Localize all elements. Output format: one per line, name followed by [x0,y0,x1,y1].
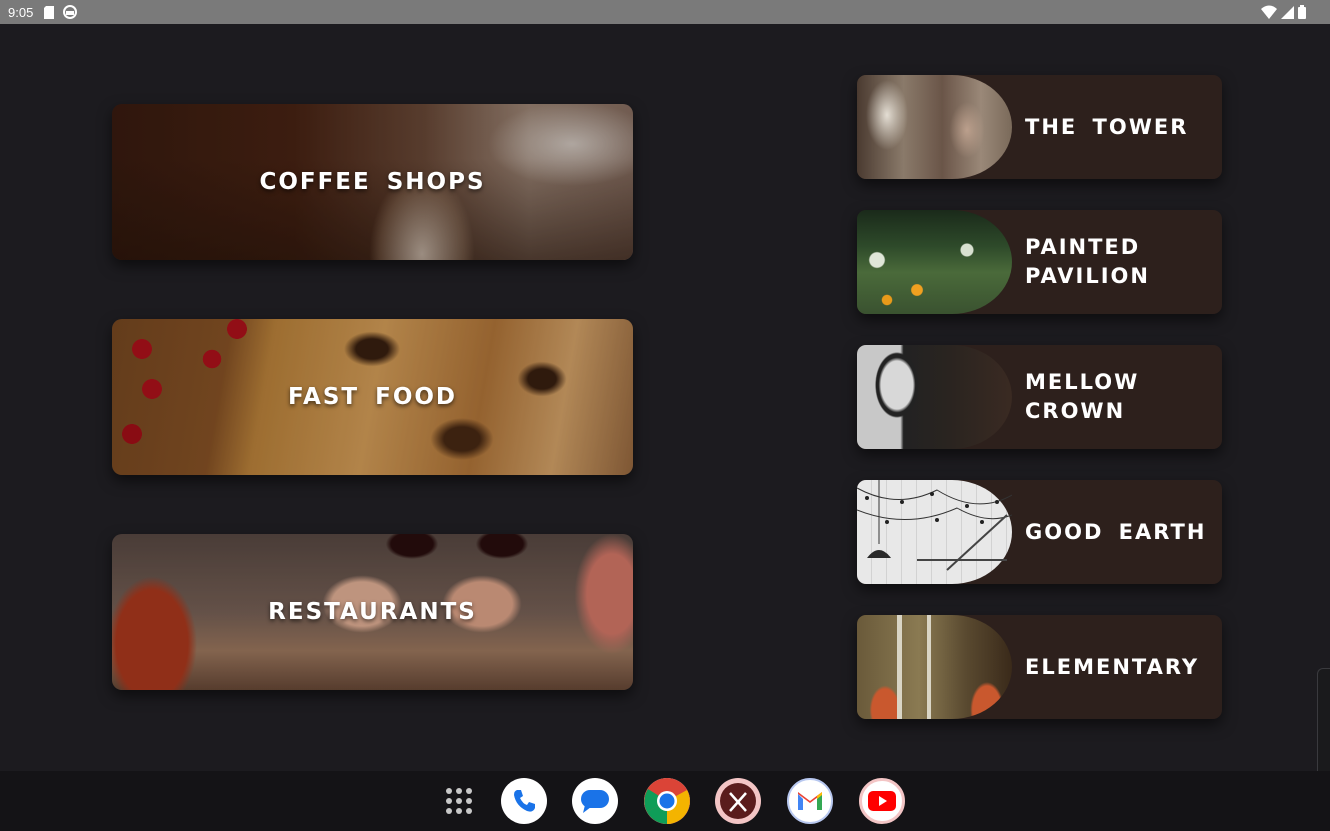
place-label: PAINTED PAVILION [1025,235,1150,288]
phone-icon[interactable] [501,778,547,824]
category-card-restaurants[interactable]: RESTAURANTS [112,534,633,690]
category-card-coffee-shops[interactable]: COFFEE SHOPS [112,104,633,260]
chrome-icon[interactable] [644,778,690,824]
app-drawer-icon[interactable] [436,778,482,824]
messages-icon[interactable] [572,778,618,824]
battery-icon [1298,4,1306,23]
category-label: COFFEE SHOPS [259,169,486,195]
app-dock [0,771,1330,831]
restaurant-app-icon[interactable] [715,778,761,824]
place-thumbnail [857,75,1012,179]
category-card-fast-food[interactable]: FAST FOOD [112,319,633,475]
status-bar: 9:05 [0,0,1330,24]
category-label: RESTAURANTS [268,599,477,625]
place-card-good-earth[interactable]: GOOD EARTH [857,480,1222,584]
place-card-the-tower[interactable]: THE TOWER [857,75,1222,179]
status-right [1261,4,1306,23]
place-card-elementary[interactable]: ELEMENTARY [857,615,1222,719]
category-label: FAST FOOD [287,384,458,410]
place-card-painted-pavilion[interactable]: PAINTED PAVILION [857,210,1222,314]
android-icon [63,5,78,19]
youtube-icon[interactable] [859,778,905,824]
status-time: 9:05 [8,4,34,20]
sd-card-icon [43,5,55,19]
place-label: THE TOWER [1025,114,1189,139]
place-label: MELLOW CROWN [1025,370,1140,423]
place-thumbnail [857,345,1012,449]
gmail-icon[interactable] [787,778,833,824]
place-thumbnail [857,480,1012,584]
place-thumbnail [857,615,1012,719]
place-card-mellow-crown[interactable]: MELLOW CROWN [857,345,1222,449]
place-thumbnail [857,210,1012,314]
place-label: GOOD EARTH [1025,519,1207,544]
wifi-icon [1261,4,1277,23]
signal-icon [1281,4,1294,23]
place-label: ELEMENTARY [1025,654,1200,679]
